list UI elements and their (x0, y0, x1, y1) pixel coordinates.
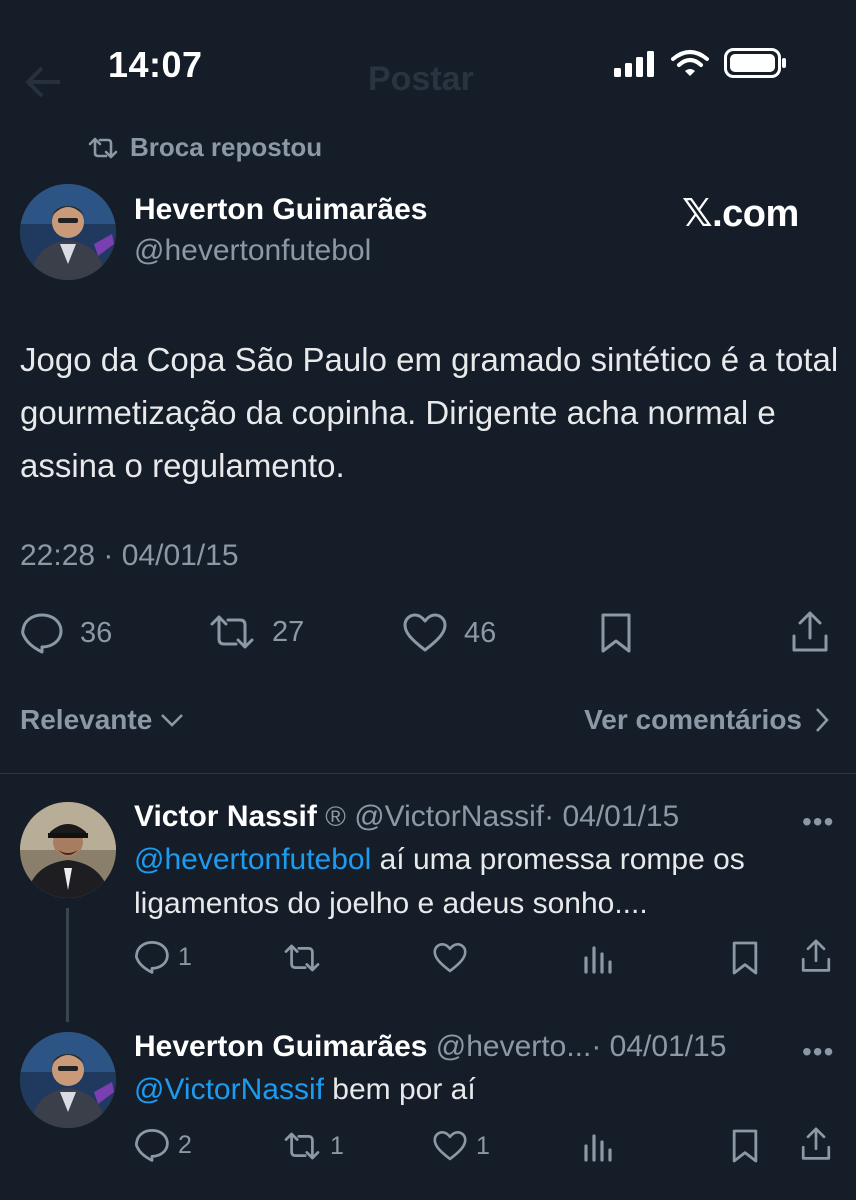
reply-icon (134, 940, 170, 974)
reply-text: @VictorNassif bem por aí (134, 1073, 476, 1106)
like-icon (432, 1130, 468, 1162)
like-button[interactable]: 46 (402, 612, 496, 654)
share-button[interactable] (790, 610, 830, 654)
sort-dropdown[interactable]: Relevante (20, 704, 184, 736)
page-title: Postar (368, 60, 474, 98)
reply-text: @hevertonfutebol aí uma promessa rompe o… (134, 843, 745, 920)
author-name[interactable]: Heverton Guimarães (134, 193, 427, 227)
reply-icon (134, 1128, 170, 1162)
share-button[interactable] (800, 1126, 832, 1162)
reply-author-handle[interactable]: @VictorNassif (354, 800, 544, 833)
repost-count: 27 (272, 615, 305, 648)
reply-header: Victor Nassif ® @VictorNassif· 04/01/15 (134, 800, 679, 834)
sort-label: Relevante (20, 704, 153, 735)
bookmark-icon (730, 1128, 760, 1164)
author-handle[interactable]: @hevertonfutebol (134, 234, 371, 268)
reply-date: · 04/01/15 (544, 800, 680, 833)
avatar[interactable] (20, 184, 116, 280)
share-button[interactable] (800, 938, 832, 974)
repost-icon (282, 1130, 322, 1162)
share-icon (800, 938, 832, 974)
reply-avatar[interactable] (20, 802, 116, 898)
repost-icon (208, 612, 256, 652)
registered-icon: ® (325, 801, 346, 832)
xcom-watermark: 𝕏.com (682, 193, 799, 235)
reply-button[interactable]: 1 (134, 940, 192, 974)
like-button[interactable] (432, 942, 476, 974)
back-icon[interactable] (24, 64, 64, 100)
reply-icon (20, 612, 64, 654)
views-icon (582, 942, 614, 974)
like-count: 46 (464, 616, 497, 649)
mention-link[interactable]: @hevertonfutebol (134, 843, 371, 876)
chevron-down-icon (160, 712, 184, 728)
repost-button[interactable] (282, 942, 330, 974)
like-icon (402, 612, 448, 654)
signal-icon (612, 50, 658, 78)
reply-button[interactable]: 2 (134, 1128, 192, 1162)
repost-button[interactable]: 1 (282, 1130, 344, 1162)
repost-context[interactable]: Broca repostou (86, 132, 322, 163)
reply-author-handle[interactable]: @heverto... (436, 1030, 592, 1063)
divider (0, 773, 856, 774)
reply-author-name[interactable]: Heverton Guimarães (134, 1030, 427, 1063)
bookmark-button[interactable] (598, 612, 634, 654)
reply-count: 2 (178, 1130, 192, 1159)
reply-count: 1 (178, 942, 192, 971)
battery-icon (724, 48, 788, 78)
more-options-icon[interactable]: ••• (802, 1036, 834, 1068)
thread-line (66, 908, 69, 1022)
status-time: 14:07 (108, 44, 203, 85)
wifi-icon (670, 48, 710, 78)
view-comments-link[interactable]: Ver comentários (584, 704, 830, 736)
repost-icon (282, 942, 322, 974)
reply-date: · 04/01/15 (591, 1030, 727, 1063)
chevron-right-icon (814, 707, 830, 733)
like-count: 1 (476, 1131, 490, 1160)
reply-author-name[interactable]: Victor Nassif (134, 800, 317, 833)
views-button[interactable] (582, 942, 614, 974)
share-icon (790, 610, 830, 654)
views-button[interactable] (582, 1130, 614, 1162)
share-icon (800, 1126, 832, 1162)
reply-avatar[interactable] (20, 1032, 116, 1128)
bookmark-icon (730, 940, 760, 976)
post-text: Jogo da Copa São Paulo em gramado sintét… (20, 341, 839, 484)
repost-label: Broca repostou (130, 132, 323, 162)
bookmark-button[interactable] (730, 1128, 760, 1164)
like-icon (432, 942, 468, 974)
repost-count: 1 (330, 1131, 344, 1160)
bookmark-icon (598, 612, 634, 654)
mention-link[interactable]: @VictorNassif (134, 1073, 324, 1106)
reply-count: 36 (80, 616, 113, 649)
repost-icon (86, 135, 120, 161)
view-comments-label: Ver comentários (584, 704, 802, 735)
like-button[interactable]: 1 (432, 1130, 490, 1162)
more-options-icon[interactable]: ••• (802, 806, 834, 838)
views-icon (582, 1130, 614, 1162)
reply-button[interactable]: 36 (20, 612, 112, 654)
repost-button[interactable]: 27 (208, 612, 304, 652)
bookmark-button[interactable] (730, 940, 760, 976)
post-timestamp[interactable]: 22:28 · 04/01/15 (20, 539, 239, 573)
reply-header: Heverton Guimarães @heverto...· 04/01/15 (134, 1030, 726, 1064)
